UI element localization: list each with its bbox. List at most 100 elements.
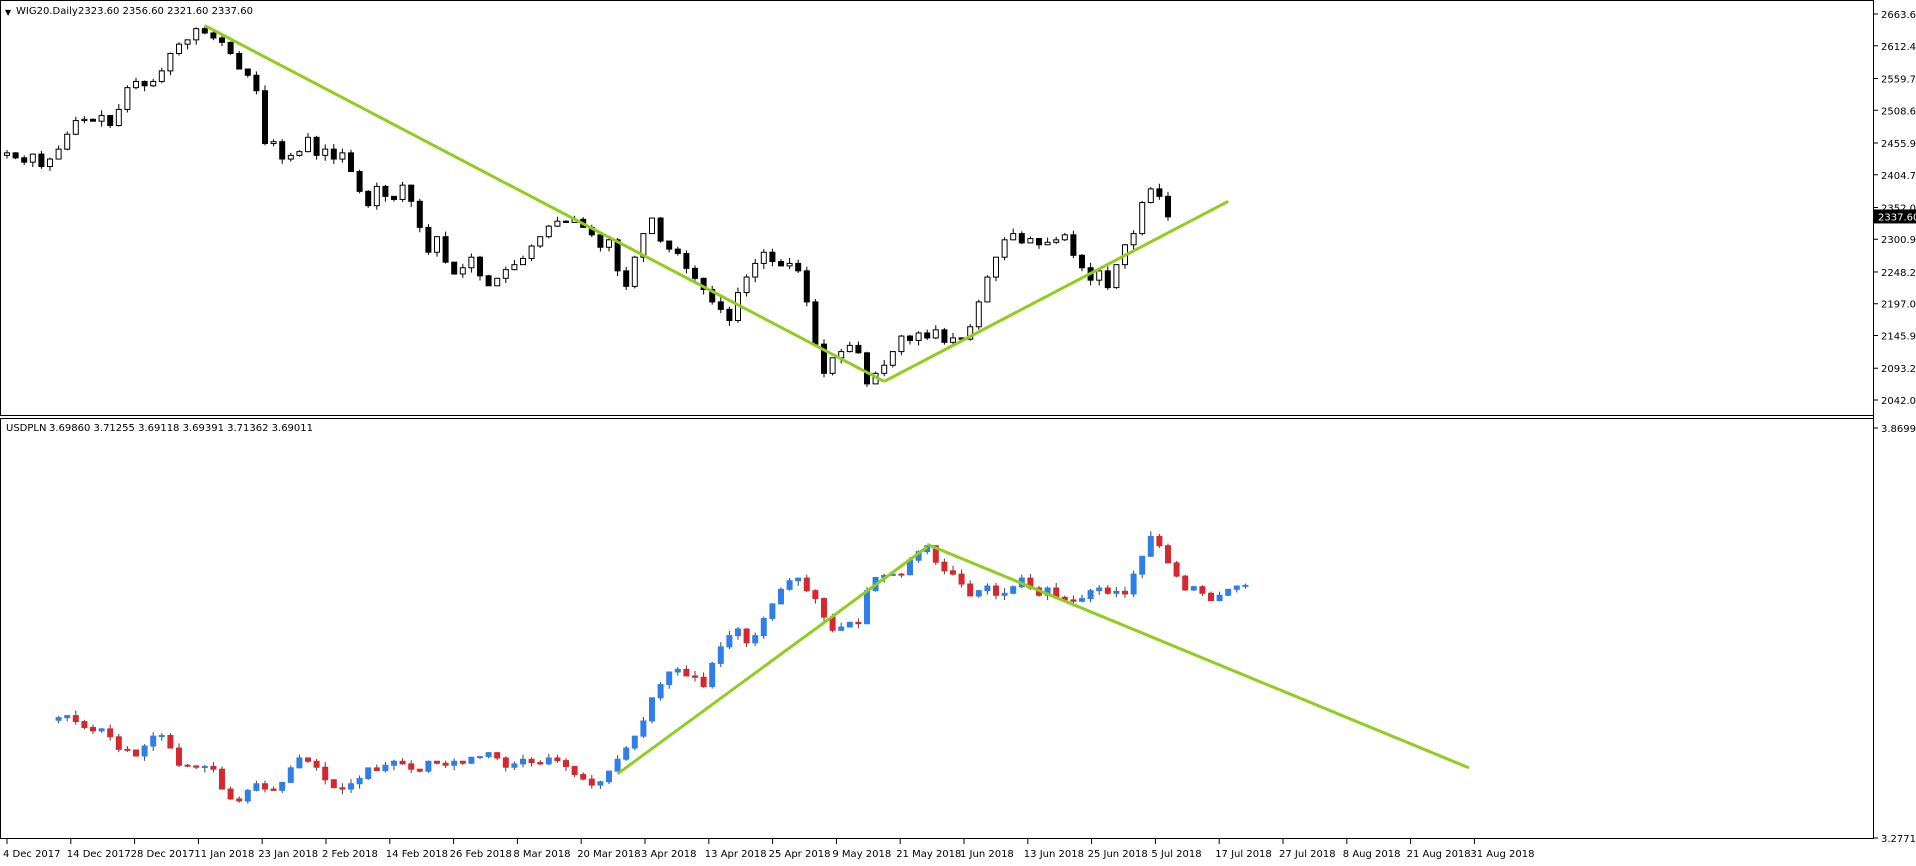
- time-tick-label: 20 Mar 2018: [577, 849, 640, 860]
- candle-body: [408, 184, 415, 202]
- wig20-candle: [485, 274, 492, 287]
- wig20-candle: [545, 224, 552, 239]
- usdpln-candle: [425, 760, 432, 773]
- usdpln-candle: [760, 616, 767, 639]
- price-tick-label: 2042.05: [1881, 396, 1916, 407]
- wig20-candle: [821, 339, 827, 378]
- candle-body: [1079, 254, 1085, 269]
- candle-body: [158, 70, 165, 82]
- candle-body: [803, 577, 810, 592]
- price-tick-label: 2663.60: [1881, 10, 1916, 21]
- candle-body: [786, 262, 793, 267]
- candle-body: [700, 676, 707, 688]
- candle-body: [889, 351, 896, 366]
- candle-body: [279, 141, 286, 160]
- candle-body: [726, 308, 733, 322]
- candle-body: [391, 195, 397, 200]
- candle-body: [606, 770, 612, 783]
- wig20-candle: [941, 327, 948, 345]
- candle-body: [399, 760, 406, 765]
- time-tick-label: 28 Dec 2017: [131, 849, 195, 860]
- candle-body: [296, 757, 303, 769]
- candle-body: [760, 251, 767, 264]
- candle-body: [1147, 188, 1154, 204]
- candle-body: [339, 152, 346, 160]
- time-tick-label: 21 May 2018: [896, 849, 961, 860]
- time-tick-label: 1 Jun 2018: [960, 849, 1014, 860]
- candle-body: [356, 170, 363, 192]
- candle-body: [803, 270, 810, 303]
- candle-body: [993, 585, 999, 596]
- candle-body: [425, 226, 432, 253]
- candle-body: [649, 697, 655, 722]
- candle-body: [1036, 238, 1042, 246]
- collapse-triangle-icon[interactable]: ▼: [5, 8, 12, 17]
- time-tick-label: 9 May 2018: [832, 849, 891, 860]
- candle-body: [133, 749, 139, 757]
- time-tick-label: 14 Dec 2017: [67, 849, 131, 860]
- price-tick-label: 2145.90: [1881, 332, 1916, 343]
- candle-body: [348, 783, 354, 790]
- candle-body: [674, 668, 681, 673]
- usdpln-candle: [1156, 533, 1163, 549]
- candle-body: [124, 748, 131, 751]
- wig20-candle: [373, 182, 380, 210]
- candle-body: [864, 590, 870, 625]
- usdpln-candle: [649, 697, 655, 724]
- candle-body: [1027, 238, 1034, 244]
- candle-body: [1182, 575, 1189, 591]
- candle-body: [1165, 545, 1171, 564]
- candle-body: [623, 270, 630, 287]
- time-tick-label: 13 Apr 2018: [705, 849, 767, 860]
- candle-body: [227, 788, 234, 800]
- candle-body: [1010, 233, 1017, 241]
- candle-body: [107, 115, 114, 127]
- time-tick-label: 2 Feb 2018: [322, 849, 378, 860]
- candle-body: [597, 781, 604, 786]
- candle-body: [1225, 588, 1232, 596]
- wig20-candle: [803, 266, 810, 307]
- candle-body: [1199, 586, 1206, 594]
- candle-body: [1139, 555, 1146, 575]
- price-tick-label: 3.27712: [1881, 834, 1916, 845]
- candle-body: [717, 301, 724, 310]
- candle-body: [64, 715, 71, 719]
- candle-body: [864, 352, 870, 385]
- candle-body: [184, 764, 191, 767]
- candle-body: [554, 220, 561, 227]
- usdpln-candle: [167, 733, 174, 749]
- candle-body: [511, 264, 518, 271]
- wig20-candle: [1018, 231, 1025, 245]
- candle-body: [950, 570, 956, 575]
- candle-body: [90, 118, 96, 122]
- candle-body: [709, 662, 716, 688]
- candle-body: [219, 768, 225, 790]
- candle-body: [941, 329, 948, 343]
- candle-body: [666, 671, 673, 686]
- candle-body: [64, 133, 71, 150]
- candle-body: [649, 217, 655, 235]
- usdpln-header: USDPLN 3.69860 3.71255 3.69118 3.69391 3…: [6, 423, 313, 434]
- wig20-candle: [1001, 237, 1008, 261]
- candle-body: [855, 344, 862, 354]
- candle-body: [1070, 234, 1077, 256]
- candle-body: [244, 789, 251, 802]
- wig20-candle: [1070, 230, 1077, 259]
- candle-body: [468, 756, 475, 764]
- usdpln-candle: [365, 767, 372, 781]
- candle-body: [1104, 587, 1111, 594]
- candle-body: [296, 151, 303, 156]
- candle-body: [1044, 241, 1051, 246]
- candle-body: [201, 766, 208, 769]
- candle-body: [1165, 195, 1171, 218]
- candle-body: [554, 757, 561, 762]
- candle-body: [115, 108, 122, 127]
- time-tick-label: 25 Jun 2018: [1088, 849, 1148, 860]
- time-tick-label: 14 Feb 2018: [386, 849, 448, 860]
- candle-body: [210, 32, 217, 39]
- candle-body: [193, 765, 200, 768]
- candle-body: [1190, 586, 1197, 591]
- usdpln-candle: [631, 735, 638, 751]
- candle-body: [4, 152, 10, 156]
- usdpln-candle: [606, 770, 612, 785]
